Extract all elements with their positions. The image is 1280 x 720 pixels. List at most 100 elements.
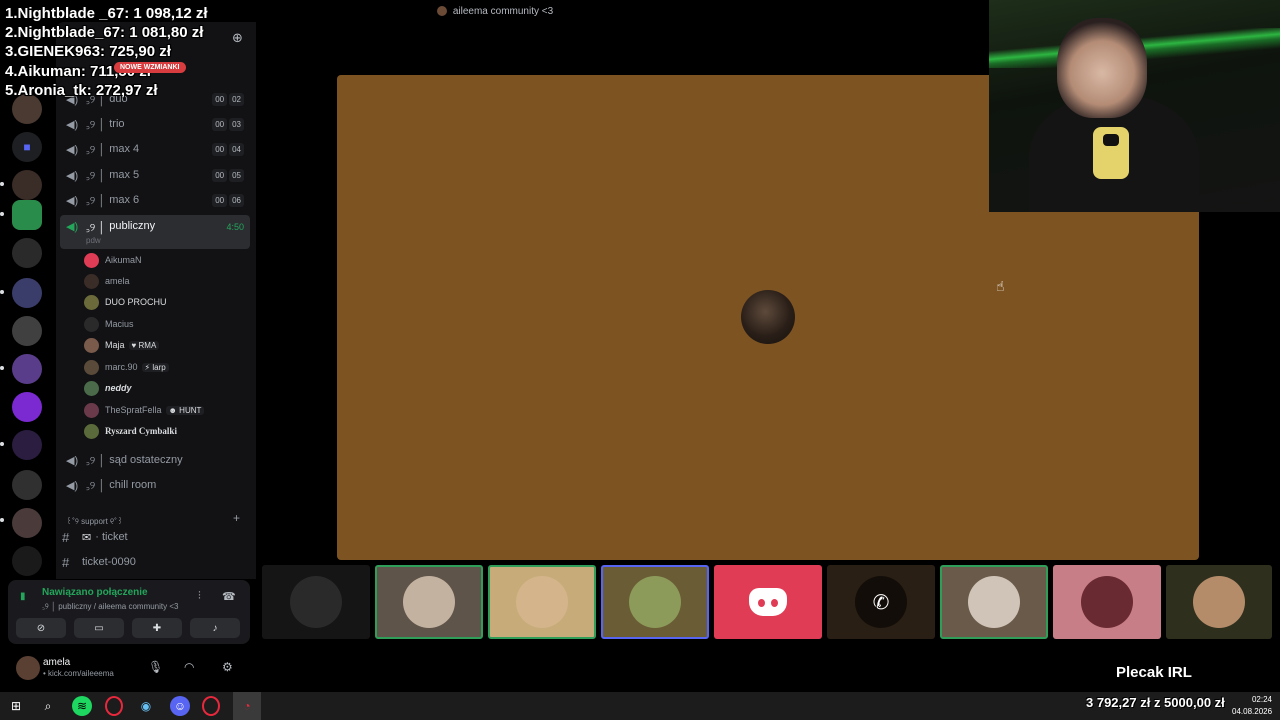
server-folder-icon[interactable]: [12, 508, 42, 538]
unread-pip: [0, 442, 4, 446]
voice-location[interactable]: ꜆୨ │ publiczny / aileema community <3: [42, 601, 178, 612]
member-tag: ♥ RMA: [128, 340, 160, 350]
text-channel-ticket-0090[interactable]: # ticket-0090: [62, 552, 136, 572]
avatar[interactable]: [16, 656, 40, 680]
participant-tile[interactable]: ✆: [827, 565, 935, 639]
speaker-icon: ◀): [66, 170, 79, 182]
speaker-avatar[interactable]: [741, 290, 795, 344]
voice-connection-panel: ▮ Nawiązano połączenie ꜆୨ │ publiczny / …: [8, 580, 250, 644]
cursor-icon: ☝: [996, 278, 1005, 294]
settings-icon[interactable]: ⚙: [222, 660, 233, 674]
voice-member[interactable]: Macius: [84, 314, 134, 334]
screen-share-button[interactable]: ▭: [74, 618, 124, 638]
participant-tile[interactable]: [1166, 565, 1272, 639]
participant-tile[interactable]: [714, 565, 822, 639]
screen-share-icon: ▭: [94, 622, 104, 634]
participant-tile[interactable]: [1053, 565, 1161, 639]
voice-member[interactable]: neddy: [84, 378, 132, 398]
discord-icon[interactable]: ☺: [170, 696, 190, 716]
voice-member[interactable]: AikumaN: [84, 250, 142, 270]
user-limit-badge: 00 05: [212, 168, 244, 182]
server-folder-icon[interactable]: [12, 354, 42, 384]
discord-active-icon[interactable]: ◔: [233, 692, 261, 720]
voice-channel-chill-room[interactable]: ◀) ꜆୨ │ chill room: [60, 474, 250, 496]
server-icon[interactable]: [12, 170, 42, 200]
voice-member[interactable]: Maja ♥ RMA: [84, 335, 160, 355]
avatar: [84, 316, 99, 332]
server-folder-icon[interactable]: [12, 430, 42, 460]
mic-icon[interactable]: 🎙︎: [148, 660, 163, 674]
avatar: [290, 576, 342, 628]
channel-status: pdw: [86, 236, 101, 245]
participant-tile[interactable]: [940, 565, 1048, 639]
voice-member[interactable]: TheSpratFella ☻ HUNT: [84, 400, 205, 420]
soundwave-icon[interactable]: ⫶: [198, 590, 201, 603]
soundboard-icon: ♪: [212, 622, 218, 634]
voice-channel-publiczny[interactable]: ◀) ꜆୨ │ publiczny 4:50 pdw: [60, 215, 250, 249]
clock-time[interactable]: 02:24: [1240, 695, 1272, 704]
voice-channel-sad-ostateczny[interactable]: ◀) ꜆୨ │ sąd ostateczny: [60, 449, 250, 471]
server-folder-icon[interactable]: [12, 470, 42, 500]
speaker-icon: ◀): [66, 480, 79, 492]
activities-button[interactable]: ✚: [132, 618, 182, 638]
user-status: • kick.com/aileeema: [43, 669, 114, 678]
participant-tile[interactable]: [262, 565, 370, 639]
add-friend-icon[interactable]: ⊕: [232, 30, 243, 46]
speaker-icon: ◀): [66, 455, 79, 467]
discord-logo-icon: [749, 588, 787, 616]
server-folder-icon[interactable]: [12, 546, 42, 576]
avatar: [968, 576, 1020, 628]
steam-icon[interactable]: ◉: [136, 696, 156, 716]
user-limit-badge: 00 06: [212, 193, 244, 207]
unread-pip: [0, 290, 4, 294]
streamer-face: [1057, 18, 1147, 118]
voice-member[interactable]: Ryszard Cymbalki: [84, 421, 177, 441]
active-channel-label: publiczny: [109, 220, 156, 232]
server-icon[interactable]: [12, 392, 42, 422]
voice-channel-max-5[interactable]: ◀) ꜆୨ │ max 5 00 05: [60, 164, 250, 186]
avatar: [84, 294, 99, 310]
category-support[interactable]: ꒰˚୨ support ୧˚꒱: [66, 515, 123, 527]
camera-off-button[interactable]: ⊘: [16, 618, 66, 638]
avatar: [84, 337, 99, 353]
participant-tile[interactable]: [601, 565, 709, 639]
opera-icon[interactable]: [105, 696, 123, 716]
avatar: [1193, 576, 1245, 628]
text-channel-ticket[interactable]: # ✉ · ticket: [62, 527, 128, 547]
voice-channel-max-4[interactable]: ◀) ꜆୨ │ max 4 00 04: [60, 138, 250, 160]
envelope-icon: ✉: [82, 531, 92, 544]
member-tag: ⚡ larp: [141, 362, 169, 372]
username[interactable]: amela: [43, 657, 70, 668]
new-mentions-badge[interactable]: NOWE WZMIANKI: [114, 62, 186, 73]
voice-member[interactable]: amela: [84, 271, 130, 291]
server-folder-icon[interactable]: [12, 278, 42, 308]
server-folder-icon[interactable]: [12, 316, 42, 346]
signal-icon[interactable]: ▮: [20, 591, 32, 603]
avatar: [84, 380, 99, 396]
participant-tile[interactable]: [375, 565, 483, 639]
windows-start-icon[interactable]: ⊞: [6, 696, 26, 716]
folder-icon[interactable]: ■: [12, 132, 42, 162]
avatar: [84, 273, 99, 289]
voice-member[interactable]: DUO PROCHU: [84, 292, 167, 312]
server-folder-icon[interactable]: [12, 238, 42, 268]
avatar: [629, 576, 681, 628]
voice-channel-max-6[interactable]: ◀) ꜆୨ │ max 6 00 06: [60, 189, 250, 211]
voice-status[interactable]: Nawiązano połączenie: [42, 587, 148, 598]
spotify-icon[interactable]: ≋: [72, 696, 92, 716]
clock-date[interactable]: 04.08.2026: [1232, 707, 1272, 716]
server-icon[interactable]: [12, 200, 42, 230]
avatar: [516, 576, 568, 628]
soundboard-button[interactable]: ♪: [190, 618, 240, 638]
headphones-icon[interactable]: ◠: [184, 660, 194, 674]
add-channel-icon[interactable]: +: [233, 511, 240, 525]
leaderboard-entry: 3.GIENEK963: 725,90 zł: [5, 43, 171, 61]
participant-tile[interactable]: [488, 565, 596, 639]
hangup-icon[interactable]: ☎: [222, 590, 236, 603]
channel-sidebar: ⊕ ◀) ꜆୨ │ duo 00 02 ◀) ꜆୨ │ trio 00 03 ◀) …: [56, 22, 256, 579]
voice-channel-trio[interactable]: ◀) ꜆୨ │ trio 00 03: [60, 113, 250, 135]
search-icon[interactable]: ⌕: [38, 696, 58, 716]
voice-member[interactable]: marc.90 ⚡ larp: [84, 357, 169, 377]
opera-gx-icon[interactable]: [202, 696, 220, 716]
unread-pip: [0, 182, 4, 186]
